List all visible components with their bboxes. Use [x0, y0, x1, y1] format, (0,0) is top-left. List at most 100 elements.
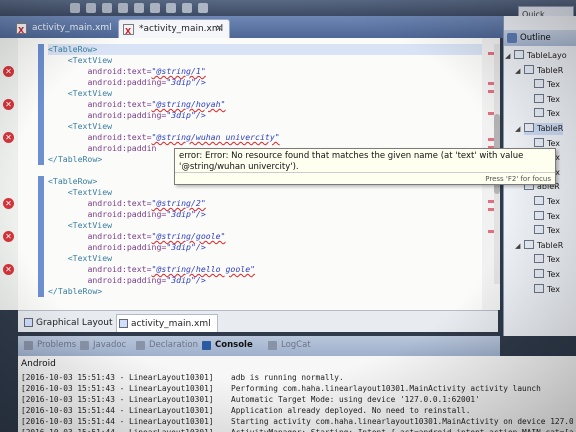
layout-icon [24, 318, 33, 327]
outline-node-label: Tex [547, 80, 561, 90]
log-message: Automatic Target Mode: using device '127… [231, 395, 480, 404]
outline-node-label: TableR [537, 65, 564, 75]
error-marker-icon[interactable]: ✕ [3, 99, 14, 110]
outline-node-label: Tex [547, 138, 561, 148]
close-icon[interactable]: ✕ [215, 20, 223, 39]
code-line[interactable]: android:text="@string/wuhan univercity" [48, 132, 486, 143]
tab-activity-main[interactable]: activity_main.xml [12, 19, 112, 40]
declaration-icon [136, 341, 145, 350]
toolbar-button-3[interactable] [102, 3, 112, 13]
tablerow-icon [514, 50, 524, 59]
log-message: Application already deployed. No need to… [231, 406, 471, 415]
code-line[interactable]: <TableRow> [48, 44, 486, 55]
console-tab-declaration[interactable]: Declaration [136, 340, 198, 350]
tab-label: activity_main.xml [131, 319, 211, 329]
xml-attribute: android:text= [87, 66, 152, 76]
expand-toggle-icon[interactable]: ◢ [515, 123, 520, 135]
code-line[interactable]: android:text="@string/goole" [48, 231, 486, 242]
error-marker-icon[interactable]: ✕ [3, 66, 14, 77]
error-marker-icon[interactable]: ✕ [3, 264, 14, 275]
outline-node[interactable]: Tex [534, 225, 560, 237]
outline-node[interactable]: Tex [534, 108, 560, 120]
code-line[interactable]: android:text="@string/1" [48, 66, 486, 77]
outline-node[interactable]: ◢ TableR [515, 123, 564, 135]
tab-label: Graphical Layout [36, 318, 113, 328]
toolbar-button-4[interactable] [118, 3, 128, 13]
outline-node[interactable]: Tex [534, 269, 560, 281]
code-line[interactable]: </TableRow> [48, 286, 486, 297]
log-timestamp: [2016-10-03 15:51:44 - LinearLayout10301… [21, 417, 214, 426]
outline-node[interactable]: Tex [534, 210, 560, 223]
fold-range-bar[interactable] [38, 44, 44, 165]
log-timestamp: [2016-10-03 15:51:43 - LinearLayout10301… [21, 373, 214, 382]
outline-node[interactable]: Tex [534, 93, 560, 106]
error-marker-icon[interactable]: ✕ [3, 231, 14, 242]
xml-attribute: android:padding= [87, 209, 167, 219]
outline-node[interactable]: ◢ TableLayo [505, 50, 567, 62]
code-line[interactable]: android:padding="3dip"/> [48, 275, 486, 286]
console-view[interactable]: Android [2016-10-03 15:51:43 - LinearLay… [18, 356, 576, 432]
tab-label: Console [215, 340, 253, 350]
code-line[interactable]: android:text="@string/hello goole" [48, 264, 486, 275]
tab-xml-source[interactable]: activity_main.xml [116, 314, 218, 332]
expand-toggle-icon[interactable]: ◢ [505, 50, 510, 62]
error-marker-icon[interactable]: ✕ [3, 132, 14, 143]
code-line[interactable]: <TextView [48, 187, 486, 198]
xml-value: "3dip"/> [166, 77, 206, 87]
outline-header[interactable]: Outline [504, 30, 576, 46]
code-line[interactable]: android:padding="3dip"/> [48, 110, 486, 121]
tab-label: Javadoc [93, 340, 127, 350]
outline-icon [507, 33, 517, 43]
console-tab-javadoc[interactable]: Javadoc [80, 340, 126, 350]
code-line[interactable]: android:padding="3dip"/> [48, 77, 486, 88]
code-line[interactable]: android:text="@string/2" [48, 198, 486, 209]
xml-attribute: android:text= [87, 231, 152, 241]
code-line[interactable]: android:padding="3dip"/> [48, 242, 486, 253]
error-marker-icon[interactable]: ✕ [3, 198, 14, 209]
toolbar-button-8[interactable] [182, 3, 192, 13]
fold-column [38, 38, 46, 310]
tab-graphical-layout[interactable]: Graphical Layout [22, 314, 113, 332]
log-message: Performing com.haha.linearlayout10301.Ma… [231, 384, 541, 393]
fold-range-bar[interactable] [38, 176, 44, 297]
outline-node[interactable]: Tex [534, 254, 560, 266]
toolbar-button-6[interactable] [150, 3, 160, 13]
code-line[interactable]: <TextView [48, 253, 486, 264]
outline-node[interactable]: Tex [534, 283, 560, 296]
code-line[interactable]: <TextView [48, 55, 486, 66]
log-timestamp: [2016-10-03 15:51:43 - LinearLayout10301… [21, 384, 214, 393]
expand-toggle-icon[interactable]: ◢ [515, 240, 520, 252]
log-message: Starting activity com.haha.linearlayout1… [231, 417, 573, 426]
expand-toggle-icon[interactable]: ◢ [515, 65, 520, 77]
console-tab-problems[interactable]: Problems [24, 340, 76, 350]
xml-attribute: android:padding= [87, 110, 167, 120]
code-line[interactable]: android:text="@string/hoyah" [48, 99, 486, 110]
error-message: error: Error: No resource found that mat… [179, 151, 524, 172]
code-line[interactable]: <TextView [48, 88, 486, 99]
code-line[interactable]: <TextView [48, 220, 486, 231]
main-toolbar [0, 0, 576, 16]
console-tab-console[interactable]: Console [202, 340, 253, 350]
toolbar-button-5[interactable] [134, 3, 144, 13]
outline-node[interactable]: ◢ TableR [515, 64, 564, 77]
code-line[interactable]: <TextView [48, 121, 486, 132]
xml-file-icon [123, 22, 134, 41]
toolbar-button-9[interactable] [198, 3, 208, 13]
code-line[interactable]: android:padding="3dip"/> [48, 209, 486, 220]
textview-icon [534, 283, 544, 293]
toolbar-button-2[interactable] [86, 3, 96, 13]
outline-node[interactable]: ◢ TableR [515, 239, 563, 252]
toolbar-button-1[interactable] [70, 3, 80, 13]
xml-file-icon [119, 319, 128, 328]
tab-activity-main-dirty[interactable]: *activity_main.xml ✕ [118, 19, 230, 41]
textview-icon [534, 269, 544, 278]
xml-tag: <TableRow> [48, 176, 98, 186]
toolbar-button-7[interactable] [166, 3, 176, 13]
xml-tag: <TextView [67, 55, 113, 65]
console-tab-logcat[interactable]: LogCat [268, 340, 311, 350]
xml-value: "3dip"/> [166, 275, 206, 285]
xml-tag: </TableRow> [48, 286, 103, 296]
outline-node[interactable]: Tex [534, 196, 560, 208]
outline-node[interactable]: Tex [534, 79, 560, 91]
xml-value: "@string/goole" [151, 231, 226, 241]
